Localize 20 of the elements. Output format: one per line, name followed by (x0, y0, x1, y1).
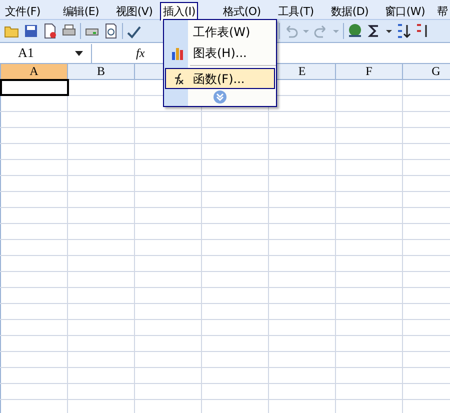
column-header[interactable]: B (68, 64, 135, 79)
menu-bar-item[interactable]: 格式(O) (220, 2, 264, 20)
menu-item[interactable]: 函数(F)... (165, 68, 275, 89)
menu-bar-item[interactable]: 文件(F) (2, 2, 44, 20)
menu-bar-item[interactable]: 插入(I) (160, 2, 198, 20)
menu-bar-item[interactable]: 窗口(W) (382, 2, 428, 20)
menu-bar-item[interactable]: 视图(V) (113, 2, 156, 20)
name-box[interactable]: A1 (0, 44, 92, 62)
menu-item[interactable]: 图表(H)... (165, 42, 275, 63)
menu-item-label: 图表(H)... (192, 44, 247, 62)
menu-item-label: 工作表(W) (192, 24, 250, 40)
column-header[interactable]: G (403, 64, 450, 79)
menu-bar-item[interactable]: 帮 (434, 2, 450, 20)
function-label[interactable]: fx (136, 44, 145, 62)
column-header[interactable]: A (1, 64, 68, 79)
menu-bar-item[interactable]: 数据(D) (328, 2, 372, 20)
menu-bar-item[interactable]: 工具(T) (275, 2, 317, 20)
menu-item-label: 函数(F)... (192, 70, 245, 88)
column-header[interactable]: F (336, 64, 403, 79)
menu-bar-item[interactable]: 编辑(E) (60, 2, 102, 20)
